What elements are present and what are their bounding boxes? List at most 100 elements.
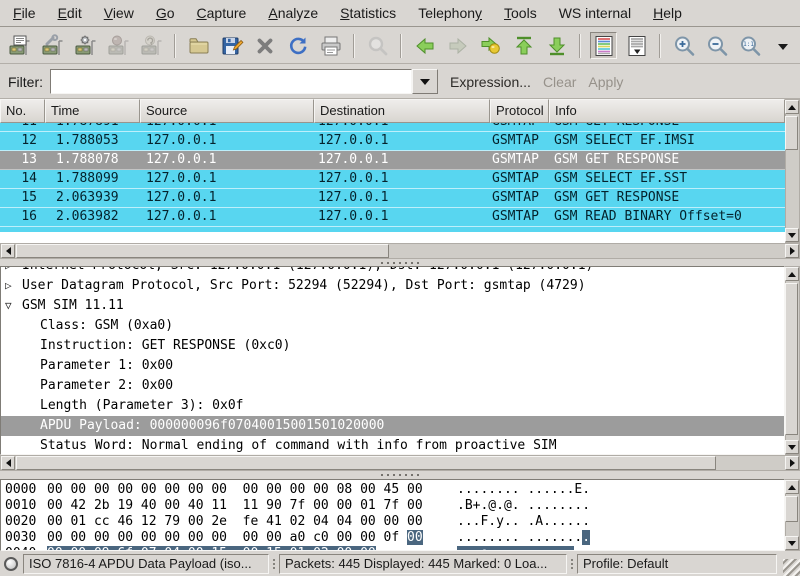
go-first-packet-button[interactable] [510, 32, 537, 59]
go-back-button[interactable] [411, 32, 438, 59]
auto-scroll-button[interactable] [623, 32, 650, 59]
scroll-up-icon[interactable] [785, 267, 799, 281]
scroll-left-icon[interactable] [1, 456, 15, 470]
menu-view[interactable]: View [93, 1, 145, 25]
scroll-left-icon[interactable] [1, 244, 15, 258]
scroll-down-icon[interactable] [785, 536, 799, 550]
scroll-down-icon[interactable] [785, 228, 799, 242]
pane-splitter[interactable] [0, 259, 800, 266]
column-header-info[interactable]: Info [549, 99, 785, 123]
menu-capture[interactable]: Capture [186, 1, 258, 25]
menu-telephony[interactable]: Telephony [407, 1, 493, 25]
filter-input[interactable] [50, 69, 412, 94]
expand-triangle-icon[interactable]: ▷ [5, 276, 20, 296]
menu-ws-internal[interactable]: WS internal [548, 1, 642, 25]
packet-details-vscrollbar[interactable] [785, 266, 800, 455]
start-capture-button[interactable] [72, 32, 99, 59]
scrollbar-thumb[interactable] [785, 496, 798, 522]
list-interfaces-button[interactable] [6, 32, 33, 59]
packet-details-hscrollbar[interactable] [0, 455, 800, 471]
hex-row[interactable]: 000000 00 00 00 00 00 00 00 00 00 00 00 … [1, 482, 784, 498]
packet-list-hscrollbar[interactable] [0, 243, 800, 259]
detail-line[interactable]: Parameter 2: 0x00 [1, 376, 784, 396]
scrollbar-thumb[interactable] [16, 456, 716, 470]
open-capture-file-button[interactable] [185, 32, 212, 59]
scrollbar-thumb[interactable] [785, 283, 798, 435]
detail-line[interactable]: Length (Parameter 3): 0x0f [1, 396, 784, 416]
expert-info-icon[interactable] [4, 557, 18, 571]
packet-row[interactable]: 141.788099127.0.0.1127.0.0.1GSMTAPGSM SE… [0, 170, 800, 189]
packet-row[interactable]: 131.788078127.0.0.1127.0.0.1GSMTAPGSM GE… [0, 151, 800, 170]
column-header-source[interactable]: Source [140, 99, 314, 123]
filter-history-dropdown[interactable] [412, 69, 438, 94]
packet-row[interactable]: 121.788053127.0.0.1127.0.0.1GSMTAPGSM SE… [0, 132, 800, 151]
detail-line[interactable]: APDU Payload: 000000096f0704001500150102… [1, 416, 784, 436]
hex-row[interactable]: 002000 01 cc 46 12 79 00 2e fe 41 02 04 … [1, 514, 784, 530]
cell-source: 127.0.0.1 [140, 151, 314, 170]
expand-triangle-icon[interactable]: ▷ [5, 266, 20, 276]
hex-ascii: ...F.y.. .A...... [457, 514, 590, 530]
zoom-100-button[interactable]: 1:1 [736, 32, 763, 59]
packet-row[interactable] [0, 227, 800, 232]
scroll-right-icon[interactable] [785, 456, 799, 470]
scroll-up-icon[interactable] [785, 100, 799, 114]
scroll-down-icon[interactable] [785, 440, 799, 454]
restart-capture-button [138, 32, 165, 59]
packet-row[interactable]: 162.063982127.0.0.1127.0.0.1GSMTAPGSM RE… [0, 208, 800, 227]
toolbar-overflow-button[interactable] [774, 32, 792, 59]
zoom-out-button[interactable] [703, 32, 730, 59]
packet-row[interactable]: 152.063939127.0.0.1127.0.0.1GSMTAPGSM GE… [0, 189, 800, 208]
detail-line[interactable]: Status Word: Normal ending of command wi… [1, 436, 784, 455]
go-to-packet-button[interactable] [477, 32, 504, 59]
detail-line[interactable]: Class: GSM (0xa0) [1, 316, 784, 336]
cell-info: GSM GET RESPONSE [549, 189, 800, 208]
menu-tools[interactable]: Tools [493, 1, 548, 25]
close-capture-file-button[interactable] [251, 32, 278, 59]
scroll-up-icon[interactable] [785, 480, 799, 494]
statusbar-grip[interactable] [273, 559, 275, 569]
detail-line[interactable]: Parameter 1: 0x00 [1, 356, 784, 376]
detail-line[interactable]: ▷Internet Protocol, Src: 127.0.0.1 (127.… [1, 266, 784, 276]
iface-restart-icon [140, 34, 164, 58]
iface-wrench-icon [41, 34, 65, 58]
packet-bytes-vscrollbar[interactable] [785, 479, 800, 551]
collapse-triangle-icon[interactable]: ▽ [5, 296, 20, 316]
detail-line[interactable]: ▽GSM SIM 11.11 [1, 296, 784, 316]
hex-ascii: .B+.@.@. ........ [457, 498, 590, 514]
packet-details-pane: ▷Internet Protocol, Src: 127.0.0.1 (127.… [0, 266, 785, 455]
expression-button[interactable]: Expression... [450, 74, 531, 90]
column-header-protocol[interactable]: Protocol [490, 99, 549, 123]
colorize-packets-button[interactable] [590, 32, 617, 59]
reload-capture-file-button[interactable] [284, 32, 311, 59]
menu-edit[interactable]: Edit [47, 1, 93, 25]
menu-statistics[interactable]: Statistics [329, 1, 407, 25]
column-header-destination[interactable]: Destination [314, 99, 490, 123]
hex-row[interactable]: 003000 00 00 00 00 00 00 00 00 00 a0 c0 … [1, 530, 784, 546]
scrollbar-thumb[interactable] [16, 244, 389, 258]
save-capture-file-button[interactable] [218, 32, 245, 59]
packet-row[interactable]: 111.787891127.0.0.1127.0.0.1GSMTAPGSM GE… [0, 123, 800, 132]
packet-list-header: No. Time Source Destination Protocol Inf… [0, 99, 800, 123]
statusbar-grip[interactable] [571, 559, 573, 569]
hex-selected-ascii: . [582, 530, 590, 545]
window-resize-grip[interactable] [783, 559, 800, 576]
print-button[interactable] [317, 32, 344, 59]
menu-analyze[interactable]: Analyze [257, 1, 329, 25]
column-header-no[interactable]: No. [0, 99, 45, 123]
detail-line[interactable]: Instruction: GET RESPONSE (0xc0) [1, 336, 784, 356]
pane-splitter[interactable] [0, 471, 800, 479]
capture-options-button[interactable] [39, 32, 66, 59]
detail-line[interactable]: ▷User Datagram Protocol, Src Port: 52294… [1, 276, 784, 296]
scrollbar-thumb[interactable] [785, 116, 798, 150]
menu-help[interactable]: Help [642, 1, 693, 25]
menu-go[interactable]: Go [145, 1, 186, 25]
detail-text: Length (Parameter 3): 0x0f [40, 398, 244, 413]
zoom-in-button[interactable] [670, 32, 697, 59]
go-last-packet-button[interactable] [543, 32, 570, 59]
menu-file[interactable]: File [2, 1, 47, 25]
hex-row[interactable]: 001000 42 2b 19 40 00 40 11 11 90 7f 00 … [1, 498, 784, 514]
column-header-time[interactable]: Time [45, 99, 140, 123]
hex-ascii-text: ........ ....... [457, 530, 582, 545]
packet-list-vscrollbar[interactable] [785, 99, 800, 243]
scroll-right-icon[interactable] [785, 244, 799, 258]
